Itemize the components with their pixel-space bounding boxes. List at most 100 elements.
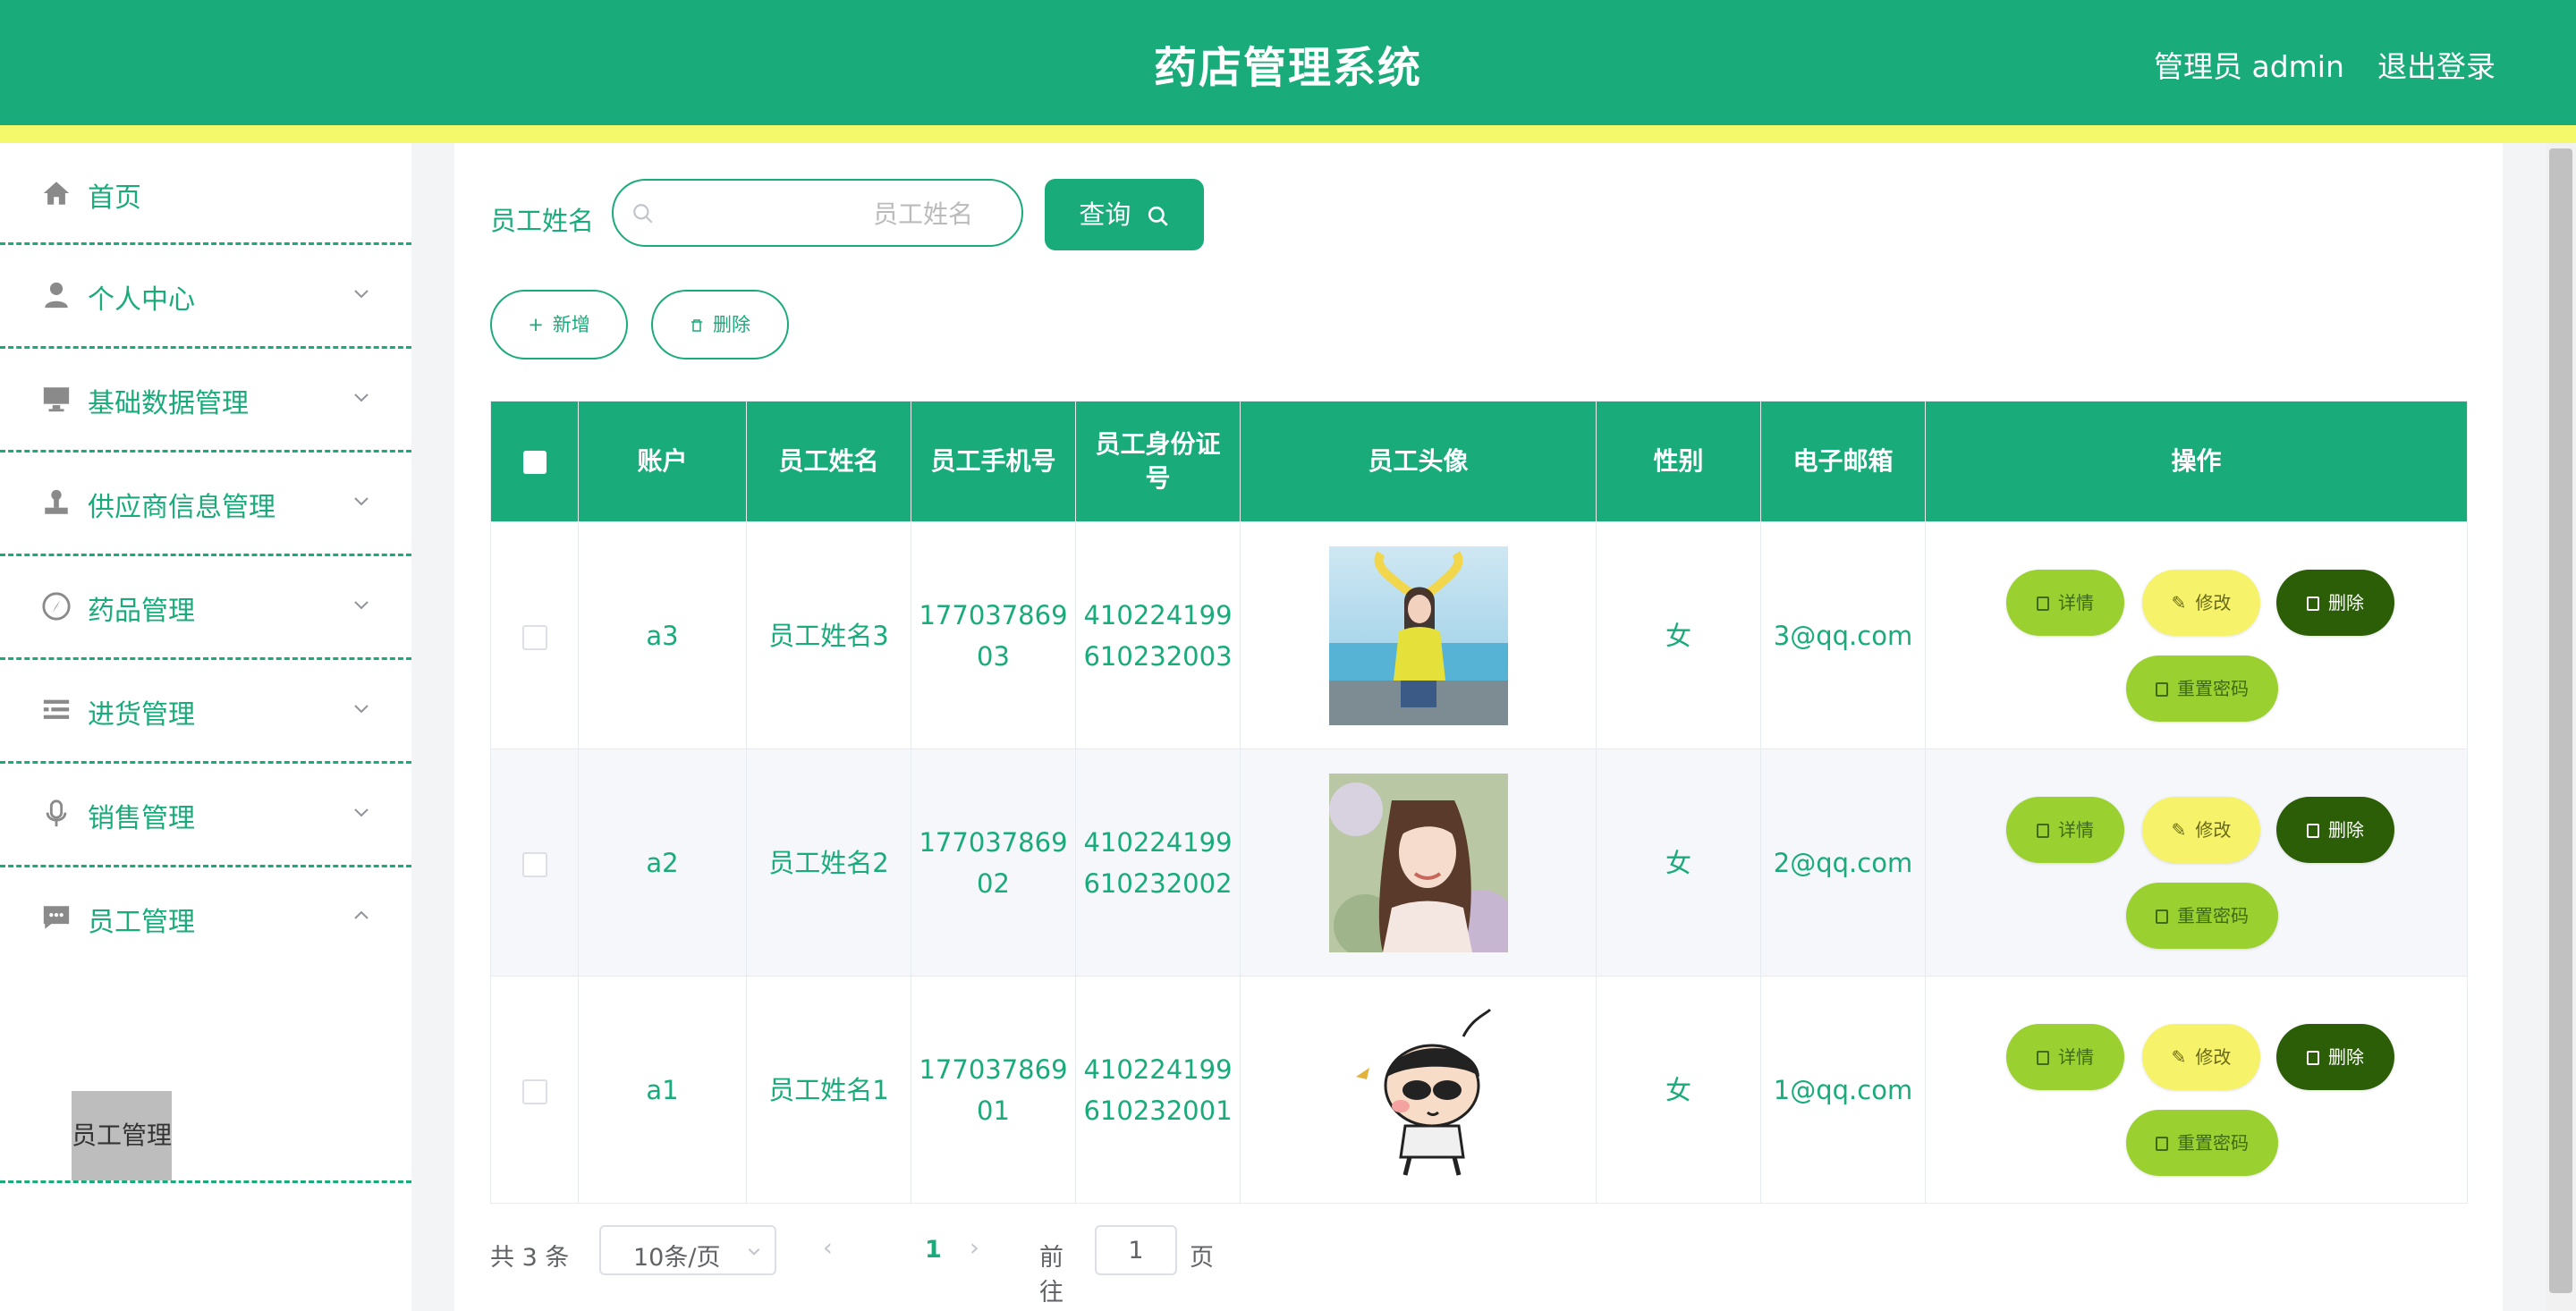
logout-link[interactable]: 退出登录 <box>2377 43 2496 86</box>
row-checkbox[interactable] <box>521 624 547 650</box>
trash-icon <box>2307 596 2319 611</box>
gender-cell: 女 <box>1596 749 1761 977</box>
sidebar: 首页 个人中心 基础数据管理 供应商信息管理 药品管理 进货管理 销售管理 员工… <box>0 143 411 1311</box>
sidebar-item-label: 基础数据管理 <box>88 388 249 419</box>
table-row: a1 员工姓名1 17703786901 410224199610232001 <box>490 976 2468 1204</box>
row-select-cell <box>490 749 579 977</box>
sidebar-item-purchase[interactable]: 进货管理 <box>0 660 411 764</box>
sidebar-item-label: 销售管理 <box>88 803 195 834</box>
delete-button[interactable]: 删除 <box>2276 1023 2394 1090</box>
add-button-label: 新增 <box>552 314 590 335</box>
chat-icon <box>43 906 70 929</box>
edit-button[interactable]: ✎ 修改 <box>2142 569 2260 636</box>
goto-label: 前往 <box>1039 1244 1063 1307</box>
account-cell: a1 <box>578 976 747 1204</box>
pencil-icon: ✎ <box>2171 818 2187 841</box>
reset-password-button[interactable]: 重置密码 <box>2126 655 2278 722</box>
reset-password-label: 重置密码 <box>2177 904 2249 926</box>
chevron-down-icon <box>354 393 369 402</box>
table-header-row: 账户 员工姓名 员工手机号 员工身份证号 员工头像 性别 电子邮箱 操作 <box>490 401 2468 522</box>
sidebar-item-base-data[interactable]: 基础数据管理 <box>0 349 411 453</box>
edit-button[interactable]: ✎ 修改 <box>2142 1023 2260 1090</box>
search-input[interactable] <box>667 191 975 236</box>
column-header: 员工手机号 <box>911 401 1076 522</box>
batch-delete-button[interactable]: 删除 <box>651 290 789 359</box>
detail-button[interactable]: 详情 <box>2006 569 2124 636</box>
sidebar-item-sales[interactable]: 销售管理 <box>0 764 411 867</box>
avatar[interactable] <box>1328 546 1508 725</box>
email-cell: 3@qq.com <box>1760 521 1926 749</box>
document-icon <box>2156 682 2168 697</box>
query-button-label: 查询 <box>1079 199 1131 230</box>
next-page-button[interactable]: › <box>970 1234 979 1262</box>
avatar-cell <box>1240 521 1597 749</box>
select-all-cell[interactable] <box>490 401 579 522</box>
sidebar-item-profile[interactable]: 个人中心 <box>0 245 411 349</box>
sidebar-item-medicine[interactable]: 药品管理 <box>0 556 411 660</box>
operations-cell: 详情 ✎ 修改 删除 重置密码 <box>1925 521 2468 749</box>
sidebar-item-label: 个人中心 <box>88 284 195 316</box>
trash-icon <box>2307 1051 2319 1065</box>
page-size-value: 10条/页 <box>633 1244 721 1272</box>
sidebar-divider <box>0 1180 411 1183</box>
chevron-down-icon <box>354 808 369 817</box>
operations-cell: 详情 ✎ 修改 删除 重置密码 <box>1925 749 2468 977</box>
account-cell: a3 <box>578 521 747 749</box>
avatar[interactable] <box>1328 1000 1508 1180</box>
batch-delete-label: 删除 <box>713 314 750 335</box>
page-size-select[interactable]: 10条/页 <box>599 1225 776 1275</box>
email-cell: 1@qq.com <box>1760 976 1926 1204</box>
sidebar-item-label: 供应商信息管理 <box>88 492 275 523</box>
total-count: 共 3 条 <box>490 1244 570 1272</box>
phone-cell: 17703786903 <box>911 521 1076 749</box>
id-card-cell: 410224199610232002 <box>1075 749 1241 977</box>
avatar[interactable] <box>1328 773 1508 952</box>
avatar-cell <box>1240 749 1597 977</box>
chevron-down-icon <box>354 705 369 714</box>
detail-button[interactable]: 详情 <box>2006 1023 2124 1090</box>
trash-icon <box>691 319 702 332</box>
avatar-cell <box>1240 976 1597 1204</box>
sidebar-item-label: 员工管理 <box>88 907 195 938</box>
document-icon <box>2156 909 2168 924</box>
add-button[interactable]: + 新增 <box>490 290 628 359</box>
column-header: 性别 <box>1596 401 1761 522</box>
edit-button[interactable]: ✎ 修改 <box>2142 796 2260 863</box>
sidebar-item-supplier[interactable]: 供应商信息管理 <box>0 453 411 556</box>
edit-button-label: 修改 <box>2195 1045 2232 1068</box>
goto-page-input[interactable] <box>1095 1225 1177 1275</box>
detail-button[interactable]: 详情 <box>2006 796 2124 863</box>
document-icon <box>2156 1137 2168 1151</box>
prev-page-button[interactable]: ‹ <box>823 1234 833 1262</box>
current-user: 管理员 admin <box>2154 49 2344 84</box>
list-icon <box>43 699 70 719</box>
sidebar-item-staff[interactable]: 员工管理 <box>0 867 411 971</box>
name-cell: 员工姓名2 <box>746 749 911 977</box>
trash-icon <box>2307 824 2319 838</box>
sidebar-item-home[interactable]: 首页 <box>0 143 411 245</box>
sidebar-item-label: 进货管理 <box>88 699 195 731</box>
row-select-cell <box>490 521 579 749</box>
row-checkbox[interactable] <box>521 1078 547 1104</box>
vertical-scrollbar[interactable] <box>2546 143 2576 1311</box>
microphone-icon <box>46 799 67 827</box>
page-number[interactable]: 1 <box>925 1236 942 1264</box>
chevron-down-icon <box>354 290 369 299</box>
reset-password-button[interactable]: 重置密码 <box>2126 882 2278 949</box>
scrollbar-thumb[interactable] <box>2549 148 2572 1293</box>
monitor-icon <box>43 387 70 412</box>
top-header: 药店管理系统 管理员 admin 退出登录 <box>0 0 2576 125</box>
select-all-checkbox[interactable] <box>522 451 547 474</box>
chevron-down-icon <box>354 601 369 610</box>
column-header: 员工姓名 <box>746 401 911 522</box>
delete-button[interactable]: 删除 <box>2276 569 2394 636</box>
sidebar-subitem-staff-manage[interactable]: 员工管理 <box>72 1091 172 1180</box>
name-cell: 员工姓名1 <box>746 976 911 1204</box>
query-button[interactable]: 查询 <box>1045 179 1204 250</box>
document-icon <box>2037 596 2049 611</box>
reset-password-button[interactable]: 重置密码 <box>2126 1109 2278 1176</box>
search-icon <box>633 204 653 224</box>
phone-cell: 17703786901 <box>911 976 1076 1204</box>
row-checkbox[interactable] <box>521 851 547 877</box>
delete-button[interactable]: 删除 <box>2276 796 2394 863</box>
